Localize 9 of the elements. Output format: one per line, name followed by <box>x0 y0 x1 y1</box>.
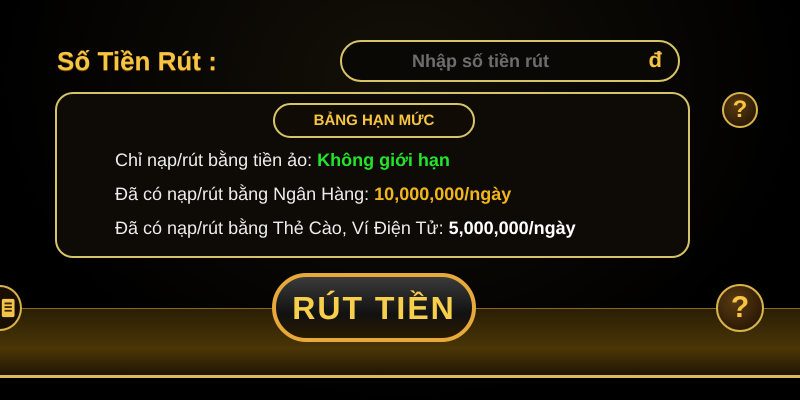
limit-row-text: Chỉ nạp/rút bằng tiền ảo: Không giới hạn <box>115 149 451 172</box>
limit-row-text: Đã có nạp/rút bằng Ngân Hàng: 10,000,000/ngày <box>115 183 512 206</box>
limit-row-text: Đã có nạp/rút bằng Thẻ Cào, Ví Điện Tử: 5,000,000/ngày <box>115 217 577 240</box>
limit-table-title: BẢNG HẠN MỨC <box>273 103 475 138</box>
currency-symbol: đ <box>648 47 662 73</box>
withdraw-button[interactable]: RÚT TIỀN <box>272 273 476 342</box>
amount-label: Số Tiền Rút : <box>57 44 218 78</box>
help-button[interactable]: ? <box>716 284 764 332</box>
help-button[interactable]: ? <box>722 92 758 128</box>
